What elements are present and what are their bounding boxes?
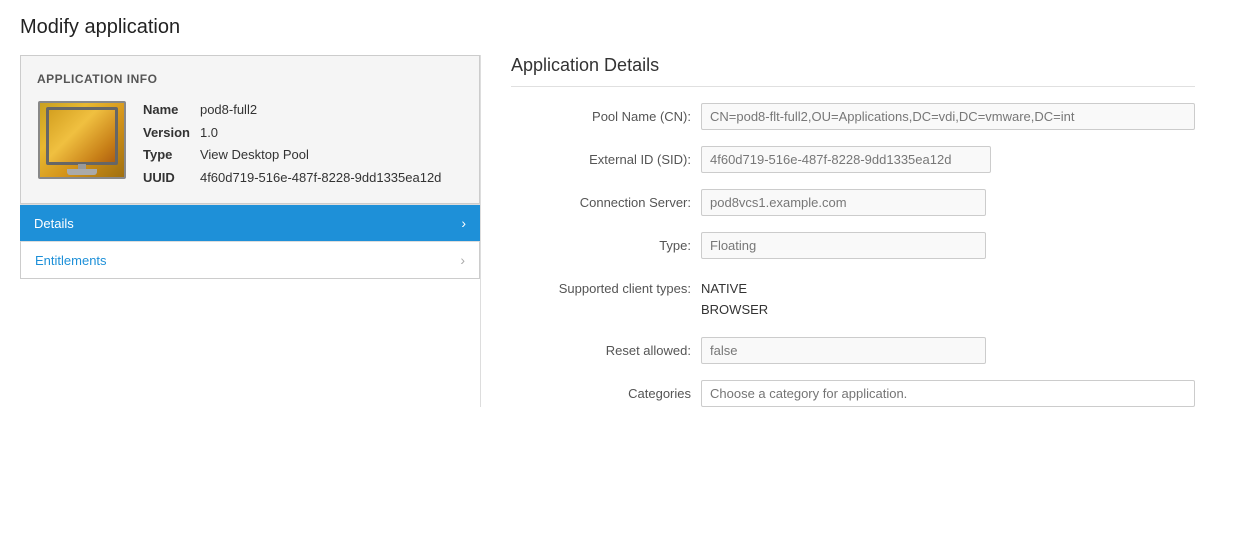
field-externalid: [701, 146, 1195, 173]
app-icon-wrapper: [37, 100, 127, 180]
meta-value-uuid: 4f60d719-516e-487f-8228-9dd1335ea12d: [200, 168, 463, 188]
label-connection-server: Connection Server:: [511, 189, 691, 210]
app-info-body: Name pod8-full2 Version 1.0 Type View De…: [37, 100, 463, 187]
form-row-supported-types: Supported client types: NATIVE BROWSER: [511, 275, 1195, 321]
meta-table: Name pod8-full2 Version 1.0 Type View De…: [143, 100, 463, 187]
monitor-screen: [46, 107, 118, 165]
right-panel: Application Details Pool Name (CN): Exte…: [480, 55, 1225, 407]
supported-types-list: NATIVE BROWSER: [701, 275, 1195, 321]
form-grid: Pool Name (CN): External ID (SID): Conne…: [511, 103, 1195, 407]
field-connection-server: [701, 189, 1195, 216]
meta-value-version: 1.0: [200, 123, 463, 143]
form-row-reset-allowed: Reset allowed:: [511, 337, 1195, 364]
form-row-connection-server: Connection Server:: [511, 189, 1195, 216]
form-row-categories: Categories: [511, 380, 1195, 407]
app-info-box: APPLICATION INFO Name pod8-full2: [20, 55, 480, 204]
nav-item-entitlements-label: Entitlements: [35, 253, 107, 268]
nav-items: Details › Entitlements ›: [20, 204, 480, 279]
app-info-section-title: APPLICATION INFO: [37, 72, 463, 86]
field-categories: [701, 380, 1195, 407]
content-area: APPLICATION INFO Name pod8-full2: [20, 55, 1225, 407]
meta-label-version: Version: [143, 123, 190, 143]
input-type[interactable]: [701, 232, 986, 259]
label-supported-types: Supported client types:: [511, 275, 691, 296]
meta-label-uuid: UUID: [143, 168, 190, 188]
field-supported-types: NATIVE BROWSER: [701, 275, 1195, 321]
meta-value-name: pod8-full2: [200, 100, 463, 120]
meta-value-type: View Desktop Pool: [200, 145, 463, 165]
page-wrapper: Modify application APPLICATION INFO: [0, 0, 1245, 423]
form-row-type: Type:: [511, 232, 1195, 259]
label-categories: Categories: [511, 380, 691, 401]
app-meta: Name pod8-full2 Version 1.0 Type View De…: [143, 100, 463, 187]
input-connection-server[interactable]: [701, 189, 986, 216]
nav-arrow-details: ›: [461, 215, 466, 231]
supported-type-native: NATIVE: [701, 279, 1195, 300]
app-icon: [38, 101, 126, 179]
form-row-poolname: Pool Name (CN):: [511, 103, 1195, 130]
details-title: Application Details: [511, 55, 1195, 87]
label-type: Type:: [511, 232, 691, 253]
field-poolname: [701, 103, 1195, 130]
nav-item-details[interactable]: Details ›: [20, 204, 480, 241]
input-externalid[interactable]: [701, 146, 991, 173]
left-panel: APPLICATION INFO Name pod8-full2: [20, 55, 480, 407]
nav-item-details-label: Details: [34, 216, 74, 231]
monitor-base: [67, 169, 97, 175]
field-reset-allowed: [701, 337, 1195, 364]
nav-item-entitlements[interactable]: Entitlements ›: [20, 241, 480, 279]
page-title: Modify application: [20, 16, 1225, 39]
form-row-externalid: External ID (SID):: [511, 146, 1195, 173]
meta-label-name: Name: [143, 100, 190, 120]
field-type: [701, 232, 1195, 259]
meta-label-type: Type: [143, 145, 190, 165]
supported-type-browser: BROWSER: [701, 300, 1195, 321]
input-reset-allowed[interactable]: [701, 337, 986, 364]
input-categories[interactable]: [701, 380, 1195, 407]
label-externalid: External ID (SID):: [511, 146, 691, 167]
label-poolname: Pool Name (CN):: [511, 103, 691, 124]
label-reset-allowed: Reset allowed:: [511, 337, 691, 358]
input-poolname[interactable]: [701, 103, 1195, 130]
nav-arrow-entitlements: ›: [460, 252, 465, 268]
